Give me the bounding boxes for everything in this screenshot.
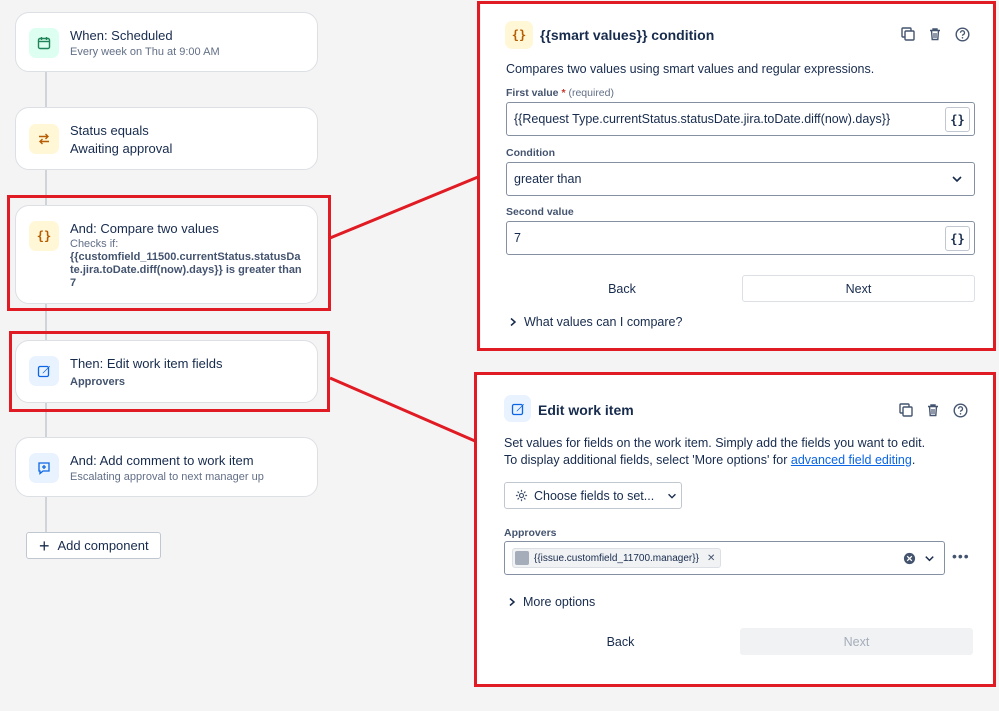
highlight-edit-panel: [474, 372, 996, 687]
connector-edit-to-panel: [329, 376, 476, 443]
plus-icon: +: [39, 535, 50, 556]
node-title: When: Scheduled: [70, 28, 173, 43]
comment-plus-icon: [29, 453, 59, 483]
node-title: And: Add comment to work item: [70, 453, 254, 468]
flow-node-status-condition[interactable]: Status equals Awaiting approval: [15, 107, 318, 170]
highlight-compare-node: [7, 195, 331, 311]
calendar-icon: [29, 28, 59, 58]
add-component-label: Add component: [57, 538, 149, 553]
flow-node-trigger[interactable]: When: Scheduled Every week on Thu at 9:0…: [15, 12, 318, 72]
node-title: Status equals: [70, 123, 149, 138]
node-subtitle: Escalating approval to next manager up: [70, 471, 264, 483]
highlight-edit-node: [9, 331, 330, 412]
node-subtitle: Awaiting approval: [70, 141, 173, 156]
node-subtitle: Every week on Thu at 9:00 AM: [70, 46, 220, 58]
flow-node-add-comment[interactable]: And: Add comment to work item Escalating…: [15, 437, 318, 497]
swap-arrows-icon: [29, 124, 59, 154]
highlight-condition-panel: [477, 1, 996, 351]
add-component-button[interactable]: + Add component: [26, 532, 161, 559]
connector-compare-to-condition: [329, 175, 479, 240]
